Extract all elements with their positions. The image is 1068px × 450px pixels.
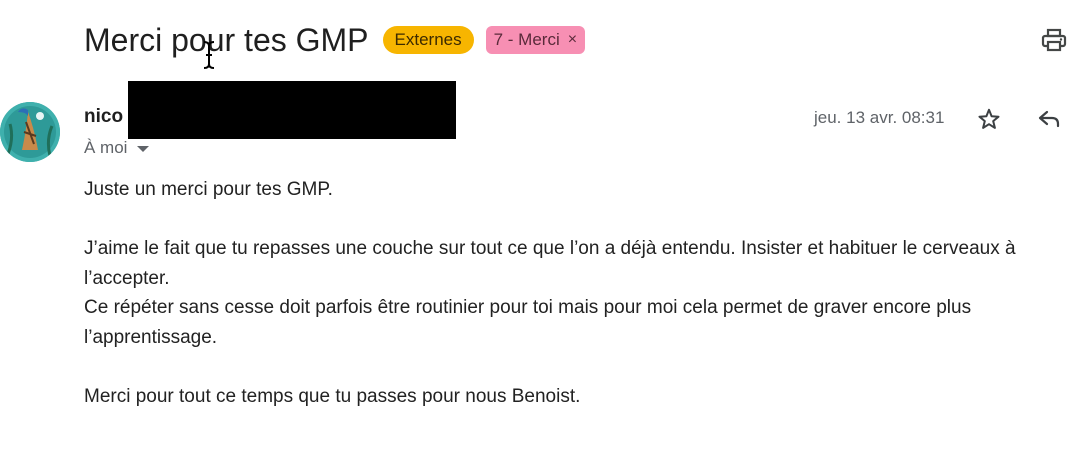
- reply-icon: [1038, 110, 1060, 128]
- recipient-details-toggle[interactable]: À moi: [84, 138, 150, 158]
- body-paragraph-2-line-1: J’aime le fait que tu repasses une couch…: [84, 238, 1016, 289]
- recipient-line: À moi: [84, 138, 128, 157]
- body-paragraph-3: Merci pour tout ce temps que tu passes p…: [84, 385, 581, 407]
- body-paragraph-1: Juste un merci pour tes GMP.: [84, 179, 333, 200]
- label-externes[interactable]: Externes: [382, 26, 474, 54]
- remove-label-button[interactable]: ×: [568, 31, 577, 49]
- subject-row: Merci pour tes GMP Externes 7 - Merci ×: [84, 18, 586, 62]
- body-paragraph-2-line-2: Ce répéter sans cesse doit parfois être …: [84, 297, 972, 348]
- email-date: jeu. 13 avr. 08:31: [814, 108, 945, 127]
- print-icon: [1041, 28, 1067, 52]
- redacted-sender-address: [128, 81, 456, 139]
- sender-name: nico: [84, 106, 124, 127]
- label-merci[interactable]: 7 - Merci ×: [485, 26, 586, 54]
- star-button[interactable]: [974, 104, 1004, 134]
- sender-avatar[interactable]: [0, 102, 60, 162]
- reply-button[interactable]: [1034, 104, 1064, 134]
- star-outline-icon: [978, 108, 1000, 129]
- label-merci-text: 7 - Merci: [493, 30, 560, 49]
- caret-down-icon: [137, 146, 150, 152]
- print-button[interactable]: [1040, 26, 1068, 54]
- email-body: Juste un merci pour tes GMP. J’aime le f…: [84, 175, 1054, 411]
- text-cursor-icon: [200, 40, 218, 70]
- email-subject: Merci pour tes GMP: [84, 21, 369, 58]
